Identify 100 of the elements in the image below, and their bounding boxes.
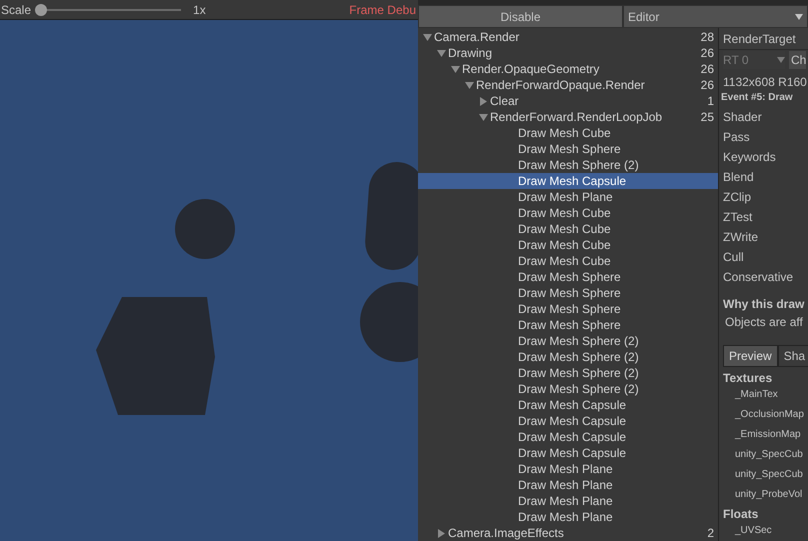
event-label: Draw Mesh Plane (518, 189, 613, 206)
tree-row[interactable]: Draw Mesh Capsule (418, 445, 718, 461)
texture-name: _OcclusionMap (734, 408, 805, 422)
tree-row[interactable]: Draw Mesh Sphere (2) (418, 381, 718, 397)
tree-row[interactable]: Draw Mesh Sphere (418, 141, 718, 157)
tree-row[interactable]: Drawing 26 (418, 45, 718, 61)
event-label: Draw Mesh Sphere (518, 301, 621, 318)
tree-row[interactable]: Camera.Render 28 (418, 29, 718, 45)
disable-button[interactable]: Disable (418, 5, 623, 28)
event-label: Draw Mesh Sphere (2) (518, 333, 639, 350)
expanded-triangle-icon[interactable] (422, 32, 432, 42)
tree-row[interactable]: Draw Mesh Cube (418, 221, 718, 237)
tree-row[interactable]: Draw Mesh Sphere (418, 317, 718, 333)
preview-tab[interactable]: Preview (723, 345, 778, 367)
property-label: ZClip (723, 189, 752, 206)
tree-row[interactable]: Draw Mesh Capsule (418, 429, 718, 445)
collapsed-triangle-icon[interactable] (478, 96, 488, 106)
event-label: Draw Mesh Plane (518, 509, 613, 526)
frame-debugger-label: Frame Debu (349, 2, 416, 18)
event-label: Render.OpaqueGeometry (462, 61, 600, 78)
event-label: Draw Mesh Sphere (2) (518, 349, 639, 366)
event-label: Draw Mesh Sphere (518, 141, 621, 158)
texture-name: _EmissionMap (734, 428, 802, 442)
event-count: 26 (700, 61, 714, 78)
expanded-triangle-icon[interactable] (450, 64, 460, 74)
tree-row[interactable]: Draw Mesh Plane (418, 189, 718, 205)
event-label: Draw Mesh Plane (518, 461, 613, 478)
property-label: ZWrite (723, 229, 760, 246)
tree-row[interactable]: Draw Mesh Plane (418, 461, 718, 477)
tree-row[interactable]: Draw Mesh Capsule (418, 173, 718, 189)
event-label: Draw Mesh Capsule (518, 413, 626, 430)
why-heading: Why this draw (723, 296, 806, 313)
tree-row[interactable]: Draw Mesh Plane (418, 477, 718, 493)
tree-row[interactable]: Clear 1 (418, 93, 718, 109)
property-label: ZTest (723, 209, 754, 226)
tree-row[interactable]: Draw Mesh Capsule (418, 413, 718, 429)
tree-row[interactable]: Draw Mesh Sphere (2) (418, 157, 718, 173)
tree-row[interactable]: Draw Mesh Capsule (418, 397, 718, 413)
tree-row[interactable]: Draw Mesh Sphere (2) (418, 333, 718, 349)
scale-label: Scale (1, 2, 32, 18)
floats-heading: Floats (723, 506, 760, 523)
event-count: 2 (707, 525, 714, 541)
event-label: RenderForward.RenderLoopJob (490, 109, 662, 126)
event-label: Draw Mesh Sphere (2) (518, 157, 639, 174)
texture-name: unity_SpecCub (734, 468, 804, 482)
event-label: Draw Mesh Sphere (518, 317, 621, 334)
tree-row[interactable]: Draw Mesh Sphere (418, 301, 718, 317)
render-target-label: RenderTarget (723, 30, 796, 48)
expanded-triangle-icon[interactable] (464, 80, 474, 90)
event-count: 1 (707, 93, 714, 110)
tree-row[interactable]: Render.OpaqueGeometry 26 (418, 61, 718, 77)
tree-row[interactable]: Draw Mesh Sphere (2) (418, 365, 718, 381)
textures-heading: Textures (723, 370, 774, 385)
target-dropdown[interactable]: Editor (623, 5, 808, 28)
tree-row[interactable]: Draw Mesh Cube (418, 125, 718, 141)
tree-row[interactable]: Draw Mesh Cube (418, 253, 718, 269)
event-label: Camera.ImageEffects (448, 525, 564, 541)
event-label: Camera.Render (434, 29, 520, 46)
tree-row[interactable]: RenderForwardOpaque.Render 26 (418, 77, 718, 93)
event-label: Drawing (448, 45, 492, 62)
event-label: Draw Mesh Sphere (518, 285, 621, 302)
tree-row[interactable]: Draw Mesh Cube (418, 237, 718, 253)
event-label: Draw Mesh Capsule (518, 173, 626, 190)
tree-row[interactable]: RenderForward.RenderLoopJob 25 (418, 109, 718, 125)
event-count: 26 (700, 45, 714, 62)
channel-dropdown[interactable]: Ch (789, 51, 806, 69)
event-count: 26 (700, 77, 714, 94)
tree-row[interactable]: Draw Mesh Sphere (418, 269, 718, 285)
event-label: Draw Mesh Cube (518, 221, 611, 238)
property-label: Conservative (723, 269, 794, 286)
event-label: Draw Mesh Sphere (518, 269, 621, 286)
event-label: Draw Mesh Sphere (2) (518, 365, 639, 382)
tree-row[interactable]: Draw Mesh Plane (418, 493, 718, 509)
tree-row[interactable]: Draw Mesh Cube (418, 205, 718, 221)
event-label: Draw Mesh Capsule (518, 397, 626, 414)
event-count: 25 (700, 109, 714, 126)
property-label: Keywords (723, 149, 777, 166)
expanded-triangle-icon[interactable] (436, 48, 446, 58)
property-label: Cull (723, 249, 745, 266)
tree-row[interactable]: Draw Mesh Plane (418, 509, 718, 525)
tree-row[interactable]: Draw Mesh Sphere (2) (418, 349, 718, 365)
slider-thumb[interactable] (35, 4, 48, 16)
event-label: Draw Mesh Cube (518, 237, 611, 254)
tree-row[interactable]: Draw Mesh Sphere (418, 285, 718, 301)
event-label: RenderForwardOpaque.Render (476, 77, 645, 94)
event-label: Clear (490, 93, 519, 110)
expanded-triangle-icon[interactable] (478, 112, 488, 122)
dropdown-caret-icon (795, 14, 803, 20)
event-title: Event #5: Draw (721, 91, 794, 105)
texture-name: unity_SpecCub (734, 448, 804, 462)
collapsed-triangle-icon[interactable] (436, 528, 446, 538)
tree-row[interactable]: Camera.ImageEffects 2 (418, 525, 718, 541)
event-count: 28 (700, 29, 714, 46)
property-label: Shader (723, 109, 763, 126)
event-label: Draw Mesh Capsule (518, 445, 626, 462)
event-label: Draw Mesh Cube (518, 205, 611, 222)
scale-value: 1x (193, 2, 206, 18)
why-text: Objects are aff (724, 314, 804, 331)
event-label: Draw Mesh Sphere (2) (518, 381, 639, 398)
preview-tab[interactable]: Sha (778, 345, 808, 367)
